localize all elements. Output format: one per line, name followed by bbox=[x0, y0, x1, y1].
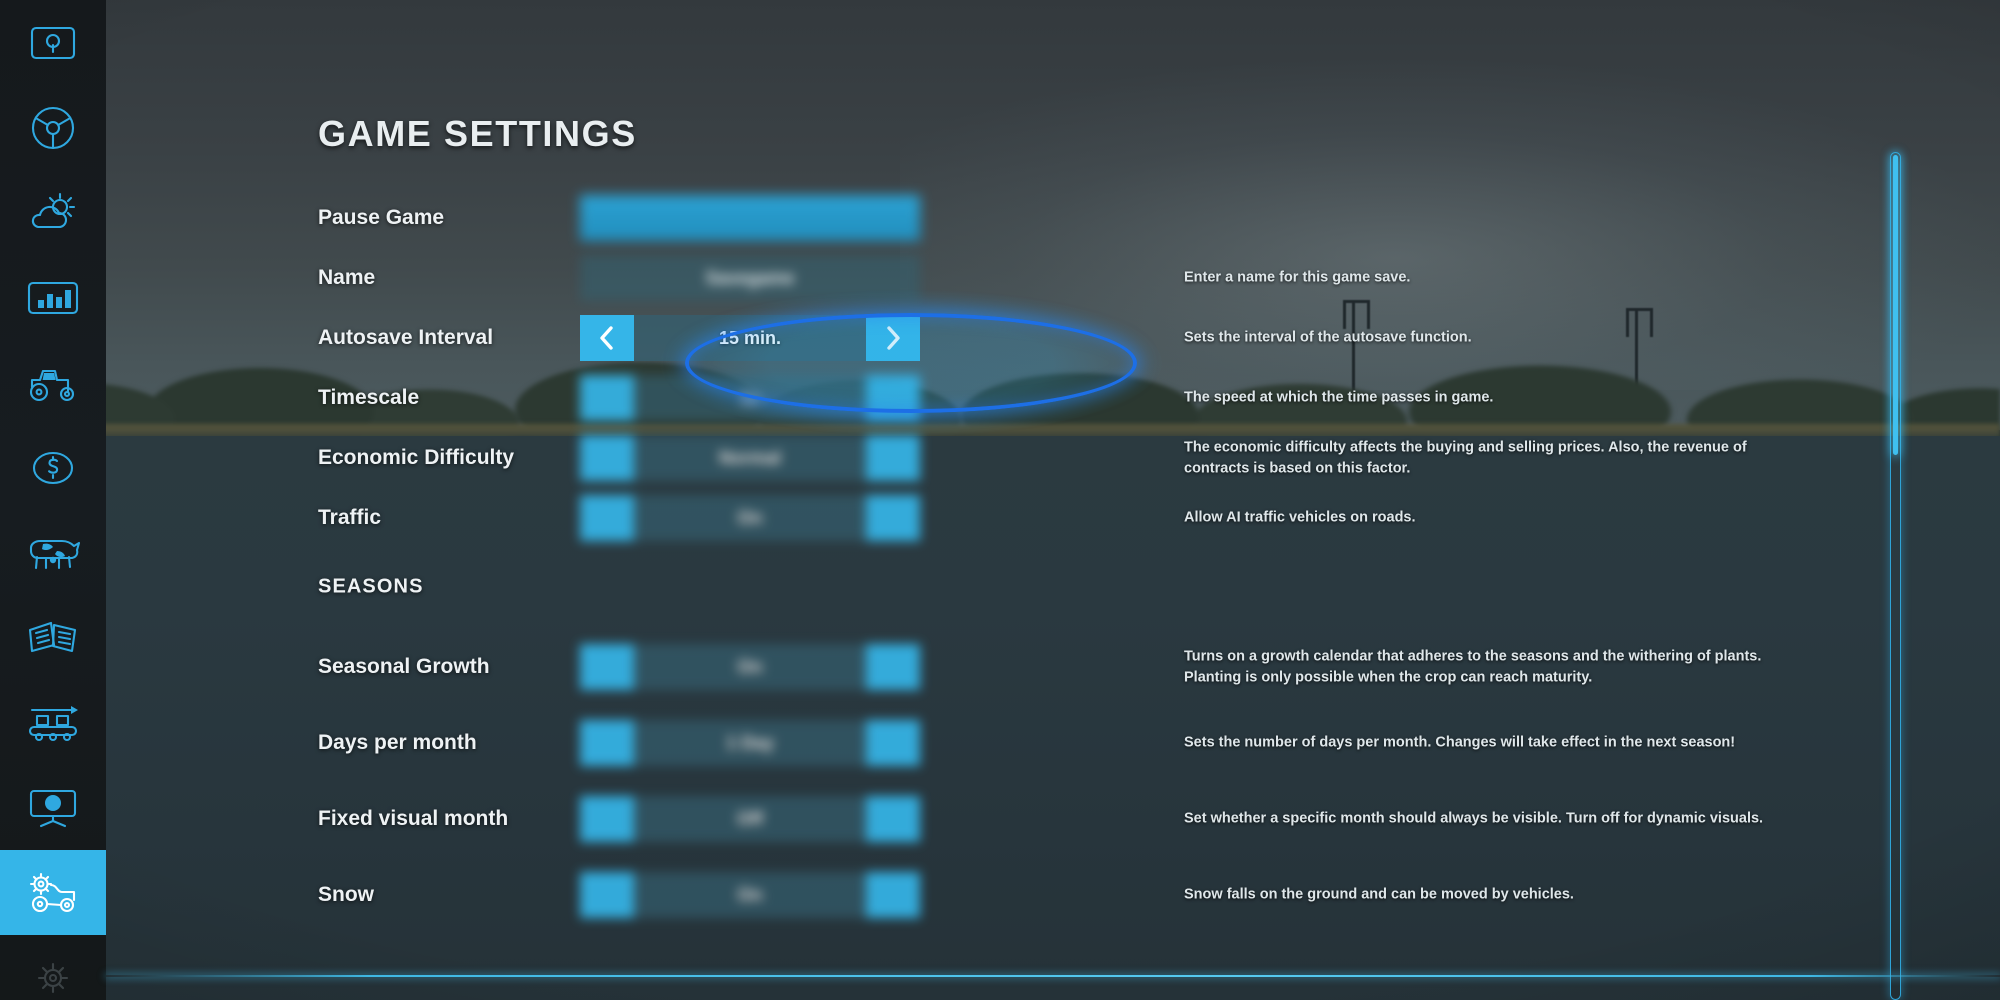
weather-icon bbox=[31, 192, 76, 228]
sidebar-item-statistics[interactable] bbox=[0, 255, 106, 340]
vehicles-icon bbox=[29, 369, 75, 401]
sidebar-item-vehicles[interactable] bbox=[0, 340, 106, 425]
setting-row[interactable]: Economic Difficulty Normal The economic … bbox=[106, 431, 2000, 485]
next-value-button[interactable] bbox=[866, 375, 920, 421]
scrollbar-track[interactable] bbox=[1890, 152, 1901, 1000]
days-per-month-value: 1 Day bbox=[634, 720, 866, 766]
days-per-month-stepper[interactable]: 1 Day bbox=[580, 720, 920, 766]
prev-value-button[interactable] bbox=[580, 872, 634, 918]
setting-label: Fixed visual month bbox=[318, 807, 509, 830]
animals-icon bbox=[29, 539, 81, 569]
sidebar-item-tutorial[interactable] bbox=[0, 765, 106, 850]
sidebar-item-game-settings[interactable] bbox=[0, 850, 106, 935]
timescale-value: 1x bbox=[634, 375, 866, 421]
sidebar-item-general-settings[interactable] bbox=[0, 935, 106, 1000]
setting-label: Snow bbox=[318, 883, 374, 906]
q-key-icon bbox=[30, 26, 76, 59]
next-value-button[interactable] bbox=[866, 872, 920, 918]
main-panel: GAME SETTINGS Pause Game Name Savegame E… bbox=[106, 0, 2000, 1000]
setting-label: Economic Difficulty bbox=[318, 446, 515, 469]
next-value-button[interactable] bbox=[866, 644, 920, 690]
setting-description: The speed at which the time passes in ga… bbox=[1184, 389, 1494, 406]
setting-row[interactable]: Days per month 1 Day Sets the number of … bbox=[106, 716, 2000, 770]
setting-description: Sets the number of days per month. Chang… bbox=[1184, 734, 1736, 751]
next-value-button[interactable] bbox=[866, 720, 920, 766]
autosave-interval-value: 15 min. bbox=[634, 315, 866, 361]
prev-value-button[interactable] bbox=[580, 375, 634, 421]
next-value-button[interactable] bbox=[866, 796, 920, 842]
sidebar-item-finances[interactable] bbox=[0, 425, 106, 510]
prev-value-button[interactable] bbox=[580, 495, 634, 541]
setting-row-autosave-interval[interactable]: Autosave Interval 15 min. Sets the inter… bbox=[106, 311, 2000, 365]
traffic-stepper[interactable]: On bbox=[580, 495, 920, 541]
economic-difficulty-stepper[interactable]: Normal bbox=[580, 435, 920, 481]
timescale-stepper[interactable]: 1x bbox=[580, 375, 920, 421]
fixed-visual-month-stepper[interactable]: Off bbox=[580, 796, 920, 842]
general-settings-icon bbox=[37, 962, 69, 993]
traffic-value: On bbox=[634, 495, 866, 541]
bottom-divider bbox=[106, 975, 2000, 977]
setting-row[interactable]: Fixed visual month Off Set whether a spe… bbox=[106, 792, 2000, 846]
snow-value: On bbox=[634, 872, 866, 918]
setting-description: Turns on a growth calendar that adheres … bbox=[1184, 648, 1762, 685]
name-input[interactable]: Savegame bbox=[580, 255, 920, 301]
setting-row[interactable]: Snow On Snow falls on the ground and can… bbox=[106, 868, 2000, 922]
prev-value-button[interactable] bbox=[580, 720, 634, 766]
setting-label: Timescale bbox=[318, 386, 420, 409]
setting-label: Autosave Interval bbox=[318, 326, 494, 349]
scrollbar-thumb[interactable] bbox=[1892, 154, 1898, 455]
setting-row[interactable]: Pause Game bbox=[106, 191, 2000, 245]
sidebar-item-contracts[interactable] bbox=[0, 595, 106, 680]
sidebar-item-production[interactable] bbox=[0, 680, 106, 765]
setting-description: Enter a name for this game save. bbox=[1184, 269, 1411, 286]
setting-row[interactable]: Traffic On Allow AI traffic vehicles on … bbox=[106, 491, 2000, 545]
chevron-left-icon bbox=[600, 326, 613, 350]
setting-label: Pause Game bbox=[318, 206, 445, 229]
seasonal-growth-value: On bbox=[634, 644, 866, 690]
statistics-icon bbox=[27, 281, 79, 314]
setting-label: Seasonal Growth bbox=[318, 655, 490, 678]
setting-label: Name bbox=[318, 266, 376, 289]
contracts-icon bbox=[28, 621, 77, 652]
setting-description: The economic difficulty affects the buyi… bbox=[1184, 439, 1747, 476]
prev-value-button[interactable] bbox=[580, 796, 634, 842]
sidebar bbox=[0, 0, 106, 1000]
autosave-interval-stepper[interactable]: 15 min. bbox=[580, 315, 920, 361]
prev-value-button[interactable] bbox=[580, 435, 634, 481]
setting-row[interactable]: Seasonal Growth On Turns on a growth cal… bbox=[106, 640, 2000, 694]
setting-label: Days per month bbox=[318, 731, 477, 754]
prev-value-button[interactable] bbox=[580, 644, 634, 690]
next-value-button[interactable] bbox=[866, 495, 920, 541]
setting-description: Snow falls on the ground and can be move… bbox=[1184, 886, 1574, 903]
fixed-visual-month-value: Off bbox=[634, 796, 866, 842]
sidebar-item-animals[interactable] bbox=[0, 510, 106, 595]
economic-difficulty-value: Normal bbox=[634, 435, 866, 481]
setting-row[interactable]: Name Savegame Enter a name for this game… bbox=[106, 251, 2000, 305]
prev-value-button[interactable] bbox=[580, 315, 634, 361]
finances-icon bbox=[32, 451, 74, 484]
sidebar-item-weather[interactable] bbox=[0, 170, 106, 255]
snow-stepper[interactable]: On bbox=[580, 872, 920, 918]
steering-wheel-icon bbox=[31, 106, 75, 149]
section-header-seasons: SEASONS bbox=[106, 560, 2000, 614]
seasonal-growth-stepper[interactable]: On bbox=[580, 644, 920, 690]
sidebar-item-q-key[interactable] bbox=[0, 0, 106, 85]
chevron-right-icon bbox=[887, 326, 900, 350]
game-settings-icon bbox=[29, 872, 76, 912]
setting-label: Traffic bbox=[318, 506, 382, 529]
tutorial-icon bbox=[29, 789, 77, 827]
next-value-button[interactable] bbox=[866, 435, 920, 481]
sidebar-item-vehicle[interactable] bbox=[0, 85, 106, 170]
setting-row[interactable]: Timescale 1x The speed at which the time… bbox=[106, 371, 2000, 425]
next-value-button[interactable] bbox=[866, 315, 920, 361]
setting-description: Sets the interval of the autosave functi… bbox=[1184, 329, 1472, 346]
production-icon bbox=[28, 705, 78, 741]
page-title: GAME SETTINGS bbox=[318, 113, 637, 154]
pause-game-toggle[interactable] bbox=[580, 195, 920, 241]
setting-description: Allow AI traffic vehicles on roads. bbox=[1184, 509, 1416, 526]
setting-description: Set whether a specific month should alwa… bbox=[1184, 810, 1764, 827]
section-label: SEASONS bbox=[318, 575, 424, 598]
